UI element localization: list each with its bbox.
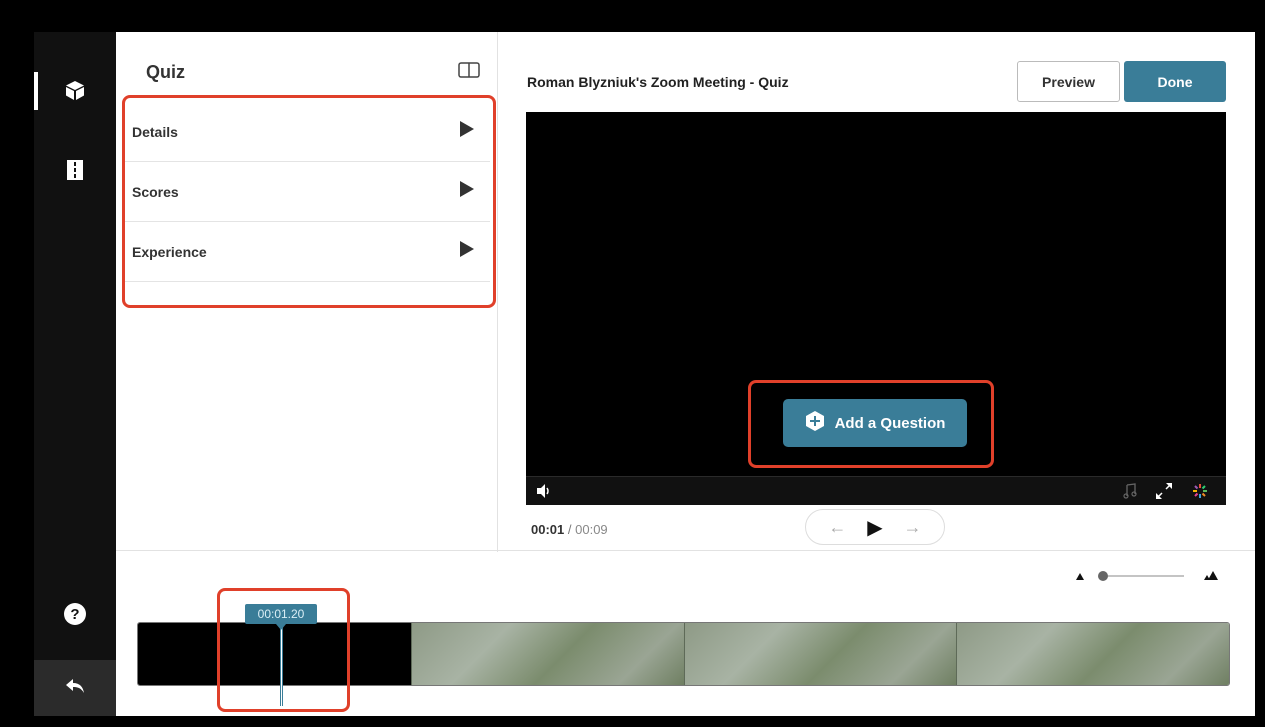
accordion-label: Details: [132, 123, 178, 140]
play-icon[interactable]: ▶: [867, 515, 882, 540]
left-rail: ?: [34, 32, 116, 716]
total-time: 00:09: [575, 522, 608, 537]
filmstrip-frame: [683, 623, 957, 685]
timeline-divider: [116, 550, 1255, 551]
video-title: Roman Blyzniuk's Zoom Meeting - Quiz: [527, 74, 789, 90]
filmstrip-frame: [411, 623, 684, 685]
app-window: ? Quiz Details Scores Experience Roman B…: [34, 32, 1255, 716]
help-icon: ?: [63, 602, 87, 631]
play-arrow-icon: [460, 181, 474, 202]
accordion-item-scores[interactable]: Scores: [124, 162, 490, 222]
playback-nav: ← ▶ →: [805, 509, 945, 545]
plus-hexagon-icon: [805, 410, 825, 436]
video-player[interactable]: Add a Question: [526, 112, 1226, 505]
accordion-item-details[interactable]: Details: [124, 102, 490, 162]
rail-quiz-button[interactable]: [34, 72, 116, 112]
volume-icon[interactable]: [536, 483, 552, 504]
fullscreen-icon[interactable]: [1156, 483, 1172, 504]
add-question-button[interactable]: Add a Question: [783, 399, 967, 447]
filmstrip-frame: [138, 623, 411, 685]
quiz-title: Quiz: [146, 62, 185, 82]
rail-chapters-button[interactable]: [34, 152, 116, 192]
time-separator: /: [567, 522, 572, 537]
add-question-label: Add a Question: [834, 414, 946, 432]
arrow-left-icon[interactable]: ←: [828, 517, 846, 538]
playhead-time-tooltip: 00:01.20: [245, 604, 317, 630]
accordion-item-experience[interactable]: Experience: [124, 222, 490, 282]
current-time: 00:01: [531, 522, 565, 537]
accordion-label: Experience: [132, 243, 207, 260]
help-button[interactable]: ?: [34, 596, 116, 636]
svg-text:?: ?: [70, 606, 79, 623]
music-icon[interactable]: [1123, 483, 1137, 504]
quiz-panel: Quiz Details Scores Experience: [116, 32, 498, 552]
filmstrip-frame: [956, 623, 1229, 685]
filmstrip[interactable]: [137, 622, 1230, 686]
player-controls: [526, 476, 1226, 505]
back-button[interactable]: [34, 660, 116, 716]
done-button[interactable]: Done: [1124, 61, 1226, 102]
time-display: 00:01 / 00:09: [531, 522, 608, 537]
book-icon: [66, 159, 84, 186]
preview-button[interactable]: Preview: [1017, 61, 1120, 102]
arrow-right-icon[interactable]: →: [904, 517, 922, 538]
panel-toggle-icon[interactable]: [458, 62, 480, 78]
back-icon: [65, 678, 85, 699]
play-arrow-icon: [460, 241, 474, 262]
cube-icon: [64, 79, 86, 106]
accordion-label: Scores: [132, 183, 179, 200]
logo-icon[interactable]: [1192, 483, 1208, 504]
zoom-slider[interactable]: [1074, 566, 1224, 584]
play-arrow-icon: [460, 121, 474, 142]
